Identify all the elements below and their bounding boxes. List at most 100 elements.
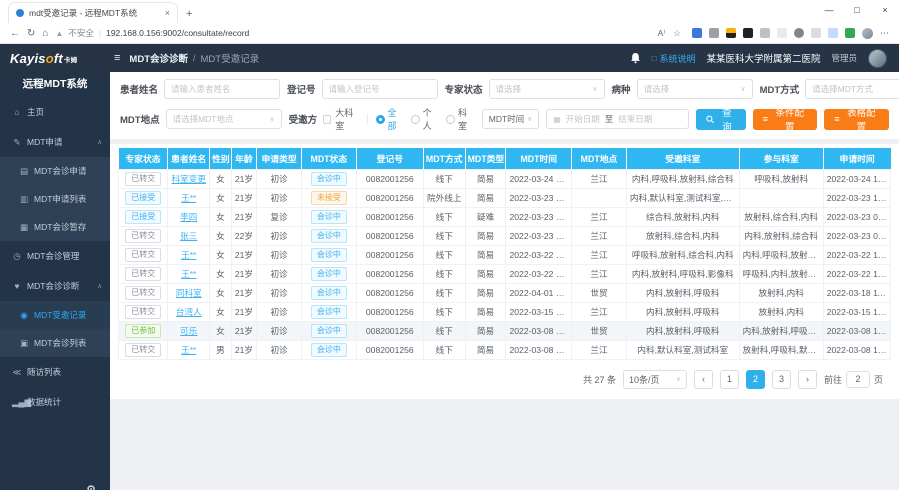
mdt-place-cell: 兰江 xyxy=(590,174,607,184)
mdt-type-cell: 简易 xyxy=(477,269,494,279)
read-aloud-icon[interactable]: A⁾ xyxy=(658,28,666,39)
mdt-diagnosis-submenu: ◉ MDT受邀记录 ▣ MDT会诊列表 xyxy=(0,301,110,357)
patient-name-input[interactable]: 请输入患者姓名 xyxy=(164,79,280,99)
patient-name-link[interactable]: 张三 xyxy=(180,231,197,241)
notification-bell-icon[interactable] xyxy=(630,52,641,64)
sidebar-item-mdt-consult-apply[interactable]: ▤ MDT会诊申请 xyxy=(0,157,110,185)
mdt-type-cell-wrap: 简易 xyxy=(465,169,506,188)
patient-name-link[interactable]: 同科室 xyxy=(176,288,202,298)
sidebar-item-mdt-diagnosis[interactable]: ♥ MDT会诊诊断 ∧ xyxy=(0,271,110,301)
location-select[interactable]: 请选择MDT地点∨ xyxy=(166,109,282,129)
patient-name-link[interactable]: 王** xyxy=(181,269,196,279)
url-text[interactable]: 192.168.0.156:9002/consultate/record xyxy=(106,28,249,38)
joined-depts-cell-wrap: 放射科,内科 xyxy=(739,302,823,321)
browser-profile-avatar[interactable] xyxy=(862,28,873,39)
reg-no-label: 登记号 xyxy=(287,82,316,96)
back-icon[interactable]: ← xyxy=(10,28,20,39)
favorite-star-icon[interactable]: ☆ xyxy=(673,28,681,39)
sidebar-item-data-statistics[interactable]: ▂▄▆ 数据统计 xyxy=(0,387,110,417)
split-screen-icon[interactable] xyxy=(811,28,821,38)
sidebar-collapse-icon[interactable]: ≡ xyxy=(114,52,120,64)
apply-time-cell: 2022-03-18 11:28:25 xyxy=(827,288,891,298)
sidebar-item-home[interactable]: ⌂ 主页 xyxy=(0,97,110,127)
screenshot-extension-icon[interactable] xyxy=(760,28,770,38)
reg-no-cell-wrap: 0082001256 xyxy=(356,169,423,188)
refresh-icon[interactable]: ↻ xyxy=(27,28,35,39)
gender-cell: 女 xyxy=(216,250,225,260)
window-maximize-button[interactable]: □ xyxy=(843,0,871,20)
patient-name-link[interactable]: 可乐 xyxy=(180,326,197,336)
page-button-2[interactable]: 2 xyxy=(746,370,765,389)
system-note-link[interactable]: □ 系统说明 xyxy=(652,52,696,65)
chevron-up-icon: ∧ xyxy=(97,138,102,146)
radio-dept[interactable]: 科室 xyxy=(446,106,474,132)
new-tab-button[interactable]: + xyxy=(186,8,192,23)
browser-tab[interactable]: mdt受邀记录 - 远程MDT系统 × xyxy=(8,2,178,23)
sync-icon[interactable] xyxy=(794,28,804,38)
condition-config-button[interactable]: ≡ 条件配置 xyxy=(753,109,818,130)
search-button[interactable]: 查询 xyxy=(696,109,746,130)
expert-status-select[interactable]: 请选择∨ xyxy=(489,79,605,99)
radio-all[interactable]: 全部 xyxy=(376,106,404,132)
joined-depts-cell: 内科,呼吸科,放射科,综合科 xyxy=(743,250,824,260)
big-dept-checkbox[interactable]: 大科室 xyxy=(323,106,359,132)
mdt-time-cell-wrap: 2022-03-08 14:10:00 xyxy=(506,340,572,359)
page-size-select[interactable]: 10条/页 ∨ xyxy=(623,370,687,389)
notebook-extension-icon[interactable] xyxy=(726,28,736,38)
patient-name-link[interactable]: 台湾人 xyxy=(176,307,202,317)
joined-depts-cell-wrap: 呼吸科,放射科 xyxy=(739,169,823,188)
breadcrumb-parent[interactable]: MDT会诊诊断 xyxy=(129,51,188,65)
next-page-button[interactable]: › xyxy=(798,370,817,389)
user-role[interactable]: 管理员 xyxy=(831,52,857,64)
patient-name-link[interactable]: 王** xyxy=(181,345,196,355)
invited-depts-cell-wrap: 内科,默认科室,测试科室 xyxy=(626,340,739,359)
mdt-time-cell-wrap: 2022-03-15 14:00:00 xyxy=(506,302,572,321)
user-avatar[interactable] xyxy=(868,49,887,68)
sidebar-item-mdt-manage[interactable]: ◷ MDT会诊管理 xyxy=(0,241,110,271)
date-range-input[interactable]: ▦ 开始日期 至 结束日期 xyxy=(546,109,688,129)
gender-cell-wrap: 男 xyxy=(210,340,232,359)
sidebar-item-mdt-invited-records[interactable]: ◉ MDT受邀记录 xyxy=(0,301,110,329)
sidebar-item-mdt-consult-draft[interactable]: ▦ MDT会诊暂存 xyxy=(0,213,110,241)
mute-icon[interactable] xyxy=(777,28,787,38)
apply-time-cell-wrap: 2022-03-22 16:31:36 xyxy=(823,245,890,264)
page-button-1[interactable]: 1 xyxy=(720,370,739,389)
settings-gear-icon[interactable]: ⚙ xyxy=(86,483,96,490)
patient-name-link[interactable]: 科室变更 xyxy=(172,174,206,184)
window-close-button[interactable]: × xyxy=(871,0,899,20)
sidebar-item-followup-list[interactable]: ≪ 随访列表 xyxy=(0,357,110,387)
time-field-select[interactable]: MDT时间∨ xyxy=(482,109,539,129)
prev-page-button[interactable]: ‹ xyxy=(694,370,713,389)
apply-time-cell-wrap: 2022-03-08 13:06:56 xyxy=(823,340,890,359)
pin-extension-icon[interactable] xyxy=(692,28,702,38)
mdt-time-cell-wrap: 2022-04-01 11:00:00 xyxy=(506,283,572,302)
tab-close-icon[interactable]: × xyxy=(165,8,170,18)
mdt-type-cell-wrap: 简易 xyxy=(465,188,506,207)
patient-name-link[interactable]: 王** xyxy=(181,193,196,203)
sidebar-item-mdt-apply-list[interactable]: ▥ MDT申请列表 xyxy=(0,185,110,213)
grammar-extension-icon[interactable] xyxy=(845,28,855,38)
collections-icon[interactable] xyxy=(709,28,719,38)
heart-icon: ♥ xyxy=(12,281,22,291)
reg-no-input[interactable]: 请输入登记号 xyxy=(322,79,438,99)
mdt-mode-select[interactable]: 请选择MDT方式∨ xyxy=(805,79,899,99)
mdt-mode-cell-wrap: 线下 xyxy=(423,302,465,321)
mdt-mode-cell-wrap: 院外线上 xyxy=(423,188,465,207)
patient-name-link[interactable]: 王** xyxy=(181,250,196,260)
sidebar-item-mdt-consult-list[interactable]: ▣ MDT会诊列表 xyxy=(0,329,110,357)
browser-more-icon[interactable]: ⋯ xyxy=(880,28,889,39)
apply-time-cell: 2022-03-23 09:35:39 xyxy=(827,212,891,222)
home-icon[interactable]: ⌂ xyxy=(42,28,48,39)
disease-select[interactable]: 请选择∨ xyxy=(637,79,753,99)
window-minimize-button[interactable]: — xyxy=(815,0,843,20)
page-button-3[interactable]: 3 xyxy=(772,370,791,389)
table-config-button[interactable]: ≡ 表格配置 xyxy=(824,109,889,130)
page-jump-input[interactable] xyxy=(846,371,870,388)
browser-essentials-icon[interactable] xyxy=(828,28,838,38)
url-box[interactable]: ▲ 不安全 | 192.168.0.156:9002/consultate/re… xyxy=(55,27,681,39)
invited-depts-cell-wrap: 内科,呼吸科,放射科,综合科 xyxy=(626,169,739,188)
wallet-extension-icon[interactable] xyxy=(743,28,753,38)
sidebar-item-mdt-apply[interactable]: ✎ MDT申请 ∧ xyxy=(0,127,110,157)
patient-name-link[interactable]: 李四 xyxy=(180,212,197,222)
radio-personal[interactable]: 个人 xyxy=(411,106,439,132)
